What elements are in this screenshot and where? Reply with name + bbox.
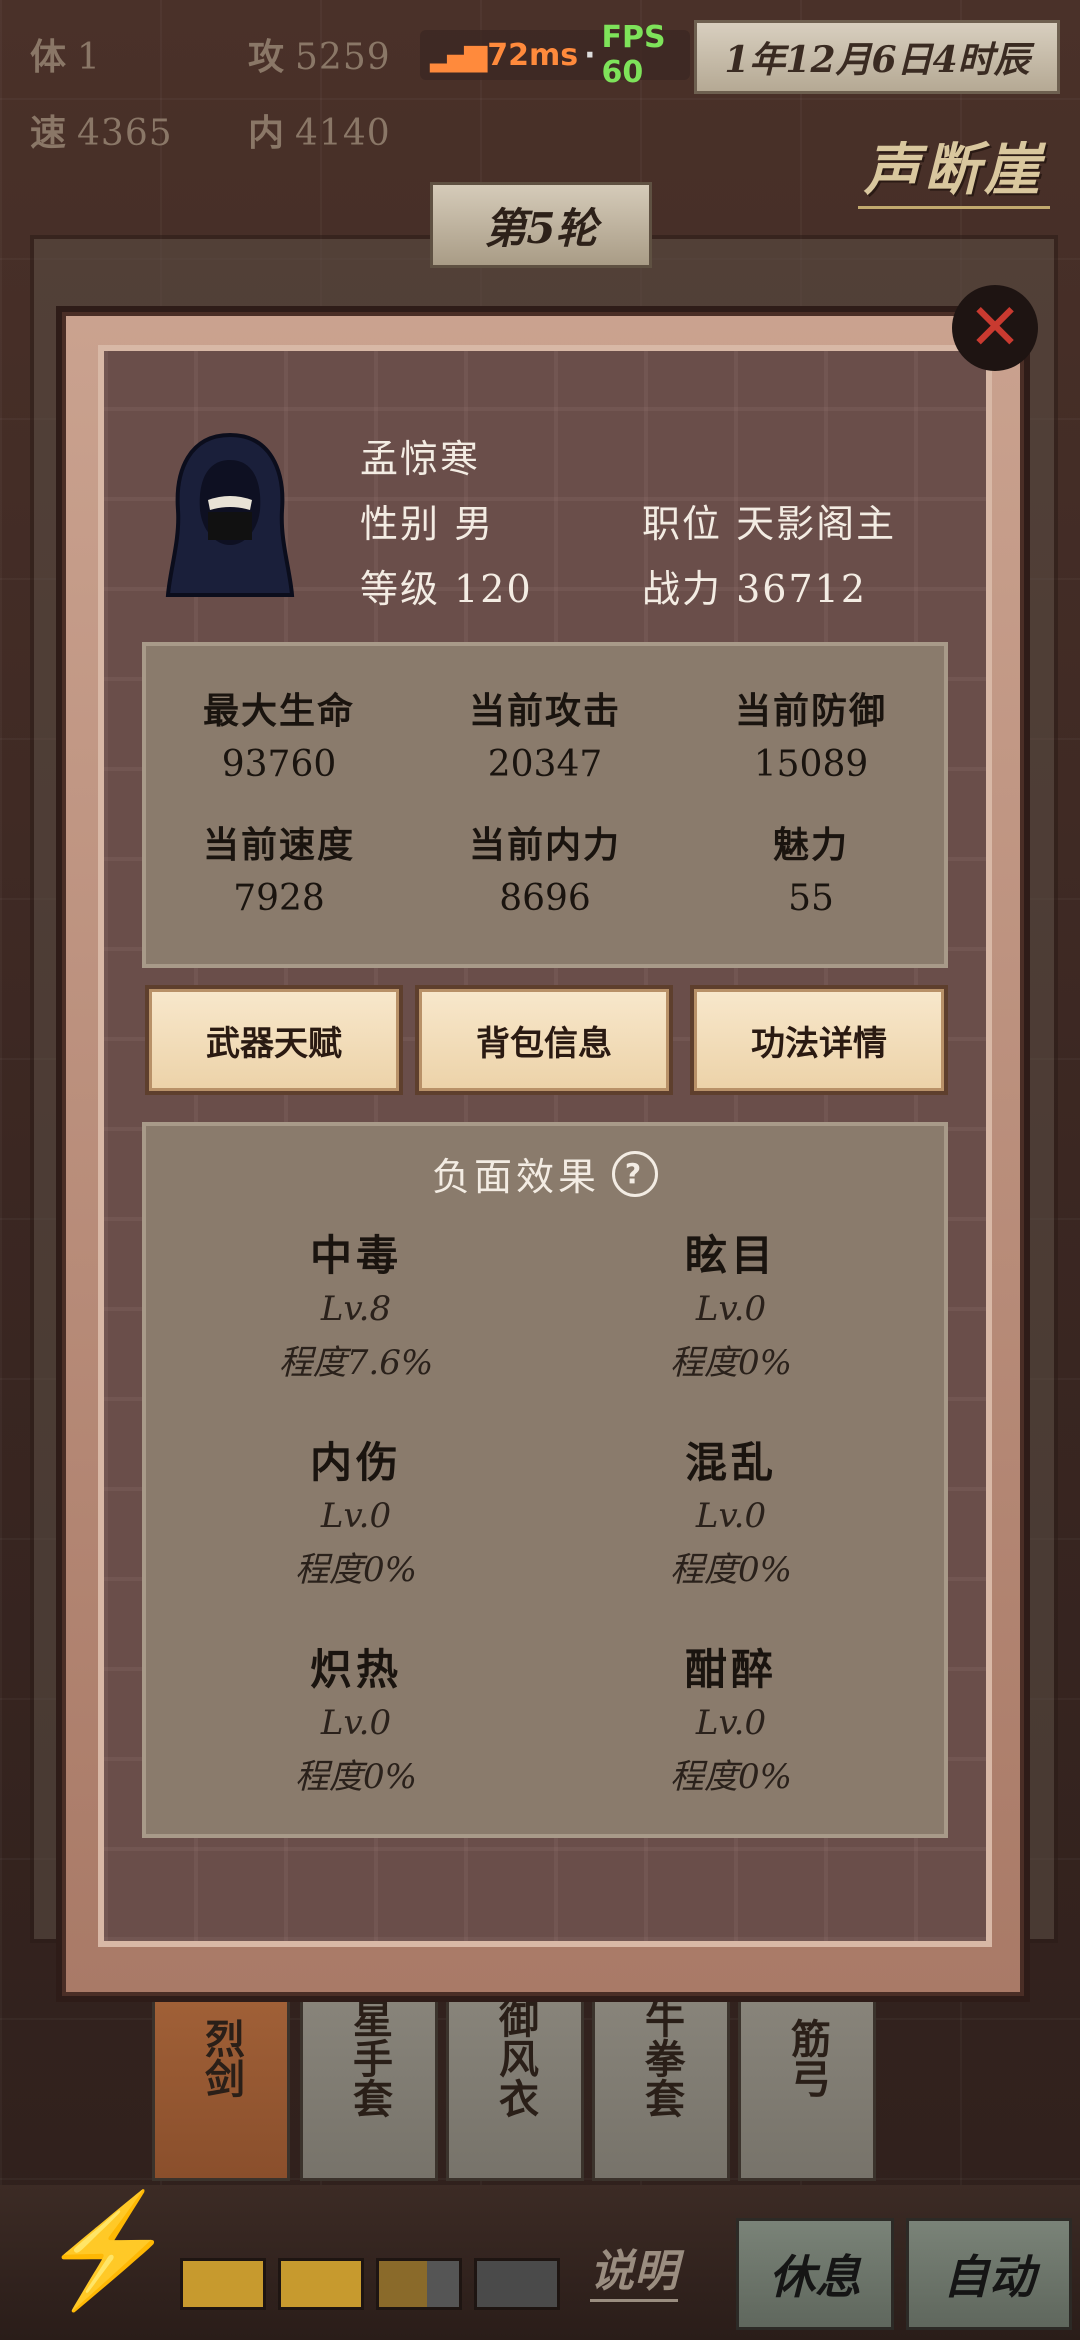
stats-panel: 最大生命 93760 当前攻击 20347 当前防御 15089 当前速度 79… — [142, 642, 948, 968]
energy-slot-2 — [278, 2258, 364, 2310]
skill-details-button[interactable]: 功法详情 — [690, 985, 948, 1095]
level-row: 等级 120 — [360, 567, 533, 611]
performance-overlay: ▂▄▆ 72ms · FPS 60 — [420, 20, 690, 90]
debuff-drunk: 酣醉 Lv.0 程度0% — [670, 1645, 792, 1797]
debuff-burning: 炽热 Lv.0 程度0% — [295, 1645, 417, 1797]
stat-gong: 攻 5259 — [248, 36, 391, 78]
debuff-confusion: 混乱 Lv.0 程度0% — [670, 1438, 792, 1590]
stat-ti: 体1 — [30, 36, 101, 78]
stat-su: 速 4365 — [30, 112, 173, 154]
stat-nei: 内 4140 — [248, 112, 391, 154]
debuff-blind: 眩目 Lv.0 程度0% — [670, 1231, 792, 1383]
game-date: 1年12月6日4时辰 — [694, 20, 1060, 94]
round-tag: 第5轮 — [430, 182, 652, 268]
debuff-panel: 负面效果 ? 中毒 Lv.8 程度7.6% 眩目 Lv.0 程度0% 内伤 Lv… — [142, 1122, 948, 1838]
stat-max-hp: 最大生命 93760 — [202, 690, 355, 785]
position-row: 职位 天影阁主 — [642, 502, 897, 546]
stat-inner-power: 当前内力 8696 — [468, 824, 621, 919]
stat-defense: 当前防御 15089 — [734, 690, 887, 785]
help-icon[interactable]: ? — [612, 1150, 658, 1197]
gender-row: 性别 男 — [360, 502, 495, 546]
stat-speed: 当前速度 7928 — [202, 824, 355, 919]
explain-link[interactable]: 说明 — [590, 2235, 678, 2302]
energy-slot-1 — [180, 2258, 266, 2310]
backpack-info-button[interactable]: 背包信息 — [415, 985, 673, 1095]
power-row: 战力 36712 — [642, 567, 867, 611]
energy-slot-4 — [474, 2258, 560, 2310]
auto-button[interactable]: 自动 — [906, 2218, 1072, 2330]
debuff-internal-injury: 内伤 Lv.0 程度0% — [295, 1438, 417, 1590]
close-icon[interactable]: ✕ — [952, 285, 1038, 371]
signal-icon: ▂▄▆ — [430, 37, 487, 73]
debuff-poison: 中毒 Lv.8 程度7.6% — [278, 1231, 434, 1383]
lightning-icon[interactable]: ⚡ — [40, 2190, 177, 2310]
rest-button[interactable]: 休息 — [736, 2218, 894, 2330]
energy-slot-3 — [376, 2258, 462, 2310]
avatar — [165, 432, 295, 597]
location-title: 声断崖 — [858, 125, 1050, 209]
debuff-title: 负面效果 ? — [146, 1146, 944, 1201]
character-name: 孟惊寒 — [360, 437, 481, 481]
stat-charm: 魅力 55 — [772, 824, 849, 919]
weapon-talent-button[interactable]: 武器天赋 — [145, 985, 403, 1095]
stat-attack: 当前攻击 20347 — [468, 690, 621, 785]
